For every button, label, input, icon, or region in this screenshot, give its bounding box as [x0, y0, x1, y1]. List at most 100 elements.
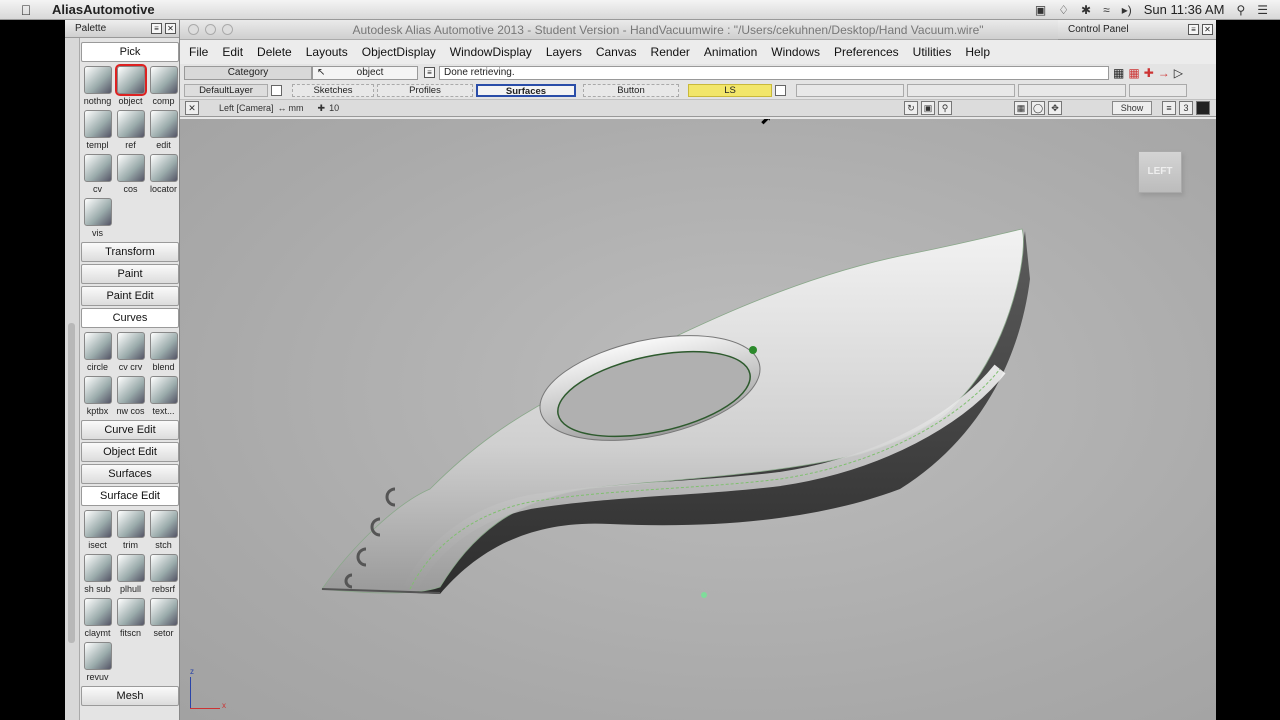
- construction-grid-icon[interactable]: ▦: [1128, 66, 1139, 80]
- tool-object[interactable]: object: [114, 64, 147, 106]
- tool-stch[interactable]: stch: [147, 508, 180, 550]
- camera-icon[interactable]: ▣: [1035, 3, 1046, 17]
- fill-viewport-icon[interactable]: [1196, 101, 1210, 115]
- layer-default-checkbox[interactable]: [271, 84, 282, 96]
- section-pick[interactable]: Pick: [81, 42, 179, 62]
- section-paint[interactable]: Paint: [81, 264, 179, 284]
- tool-templ[interactable]: templ: [81, 108, 114, 150]
- palette-scrollbar[interactable]: [65, 38, 80, 720]
- window-zoom-button[interactable]: [222, 24, 233, 35]
- layer-ls-checkbox[interactable]: [775, 84, 786, 96]
- layer-empty-3[interactable]: [1018, 83, 1126, 97]
- tool-plhull[interactable]: plhull: [114, 552, 147, 594]
- menu-utilities[interactable]: Utilities: [906, 45, 959, 59]
- section-curve-edit[interactable]: Curve Edit: [81, 420, 179, 440]
- tumble-icon[interactable]: ↻: [904, 101, 918, 115]
- menu-render[interactable]: Render: [644, 45, 697, 59]
- control-panel-close-icon[interactable]: ✕: [1202, 24, 1213, 35]
- section-mesh[interactable]: Mesh: [81, 686, 179, 706]
- bluetooth-icon[interactable]: ✱: [1081, 3, 1091, 17]
- tool-nothng[interactable]: nothng: [81, 64, 114, 106]
- tool-circle[interactable]: circle: [81, 330, 114, 372]
- prompt-history-icon[interactable]: ≡: [424, 67, 435, 78]
- section-surface-edit[interactable]: Surface Edit: [81, 486, 179, 506]
- apple-icon[interactable]: : [0, 2, 52, 18]
- tool-comp[interactable]: comp: [147, 64, 180, 106]
- menu-animation[interactable]: Animation: [697, 45, 764, 59]
- tool-vis[interactable]: vis: [81, 196, 114, 238]
- app-name[interactable]: AliasAutomotive: [52, 2, 155, 17]
- layer-ls[interactable]: LS: [688, 83, 772, 97]
- history-icon[interactable]: ▦: [1113, 66, 1124, 80]
- tool-isect[interactable]: isect: [81, 508, 114, 550]
- camera-ring-icon[interactable]: ◯: [1031, 101, 1045, 115]
- tool-cos[interactable]: cos: [114, 152, 147, 194]
- palette-menu-icon[interactable]: ≡: [151, 23, 162, 34]
- menu-windows[interactable]: Windows: [764, 45, 827, 59]
- tool-cv[interactable]: cv: [81, 152, 114, 194]
- tool-kptbx[interactable]: kptbx: [81, 374, 114, 416]
- zoom-icon[interactable]: ⚲: [938, 101, 952, 115]
- evernote-icon[interactable]: ♢: [1058, 3, 1069, 17]
- layer-sketches[interactable]: Sketches: [292, 83, 374, 97]
- object-field[interactable]: ↖ object: [312, 65, 418, 80]
- layer-button[interactable]: Button: [583, 83, 679, 97]
- tool-revuv[interactable]: revuv: [81, 640, 114, 682]
- menu-edit[interactable]: Edit: [215, 45, 250, 59]
- play-icon[interactable]: ▷: [1174, 66, 1183, 80]
- tool-ref[interactable]: ref: [114, 108, 147, 150]
- clock[interactable]: Sun 11:36 AM: [1144, 2, 1225, 17]
- section-paint-edit[interactable]: Paint Edit: [81, 286, 179, 306]
- tool-nw-cos[interactable]: nw cos: [114, 374, 147, 416]
- menu-objectdisplay[interactable]: ObjectDisplay: [355, 45, 443, 59]
- layer-empty-4[interactable]: [1129, 83, 1187, 97]
- snap-icon[interactable]: ✚: [1144, 66, 1154, 80]
- magnet-icon[interactable]: →: [1158, 66, 1170, 80]
- viewport-close-icon[interactable]: ✕: [185, 101, 199, 115]
- section-surfaces[interactable]: Surfaces: [81, 464, 179, 484]
- menu-canvas[interactable]: Canvas: [589, 45, 644, 59]
- track-icon[interactable]: ▣: [921, 101, 935, 115]
- tool-text[interactable]: text...: [147, 374, 180, 416]
- palette-close-icon[interactable]: ✕: [165, 23, 176, 34]
- window-minimize-button[interactable]: [205, 24, 216, 35]
- section-object-edit[interactable]: Object Edit: [81, 442, 179, 462]
- layer-empty-1[interactable]: [796, 83, 904, 97]
- layer-surfaces[interactable]: Surfaces: [476, 83, 576, 97]
- show-button[interactable]: Show: [1112, 101, 1152, 115]
- tool-claymt[interactable]: claymt: [81, 596, 114, 638]
- options-icon[interactable]: ≡: [1162, 101, 1176, 115]
- menu-preferences[interactable]: Preferences: [827, 45, 906, 59]
- volume-icon[interactable]: ▸): [1122, 3, 1132, 17]
- control-panel-menu-icon[interactable]: ≡: [1188, 24, 1199, 35]
- menu-windowdisplay[interactable]: WindowDisplay: [443, 45, 539, 59]
- tool-cv-crv[interactable]: cv crv: [114, 330, 147, 372]
- section-transform[interactable]: Transform: [81, 242, 179, 262]
- menu-help[interactable]: Help: [958, 45, 997, 59]
- tool-setor[interactable]: setor: [147, 596, 180, 638]
- notification-list-icon[interactable]: ☰: [1257, 3, 1268, 17]
- palette-scroll-thumb[interactable]: [68, 323, 75, 643]
- tool-blend[interactable]: blend: [147, 330, 180, 372]
- menu-delete[interactable]: Delete: [250, 45, 299, 59]
- layer-default[interactable]: DefaultLayer: [184, 83, 268, 97]
- layer-empty-2[interactable]: [907, 83, 1015, 97]
- tool-rebsrf[interactable]: rebsrf: [147, 552, 180, 594]
- category-field[interactable]: Category: [184, 65, 312, 80]
- tool-trim[interactable]: trim: [114, 508, 147, 550]
- menu-file[interactable]: File: [182, 45, 215, 59]
- wifi-icon[interactable]: ≈: [1103, 3, 1110, 17]
- hand-vacuum-model[interactable]: [180, 119, 1216, 720]
- menu-layouts[interactable]: Layouts: [299, 45, 355, 59]
- layer-profiles[interactable]: Profiles: [377, 83, 473, 97]
- tool-fitscn[interactable]: fitscn: [114, 596, 147, 638]
- tool-edit[interactable]: edit: [147, 108, 180, 150]
- layout-number[interactable]: 3: [1179, 101, 1193, 115]
- tool-sh-sub[interactable]: sh sub: [81, 552, 114, 594]
- window-close-button[interactable]: [188, 24, 199, 35]
- tool-locator[interactable]: locator: [147, 152, 180, 194]
- menu-layers[interactable]: Layers: [539, 45, 589, 59]
- viewport-layout-icon[interactable]: ▦: [1014, 101, 1028, 115]
- spotlight-search-icon[interactable]: ⚲: [1236, 3, 1245, 17]
- move-camera-icon[interactable]: ✥: [1048, 101, 1062, 115]
